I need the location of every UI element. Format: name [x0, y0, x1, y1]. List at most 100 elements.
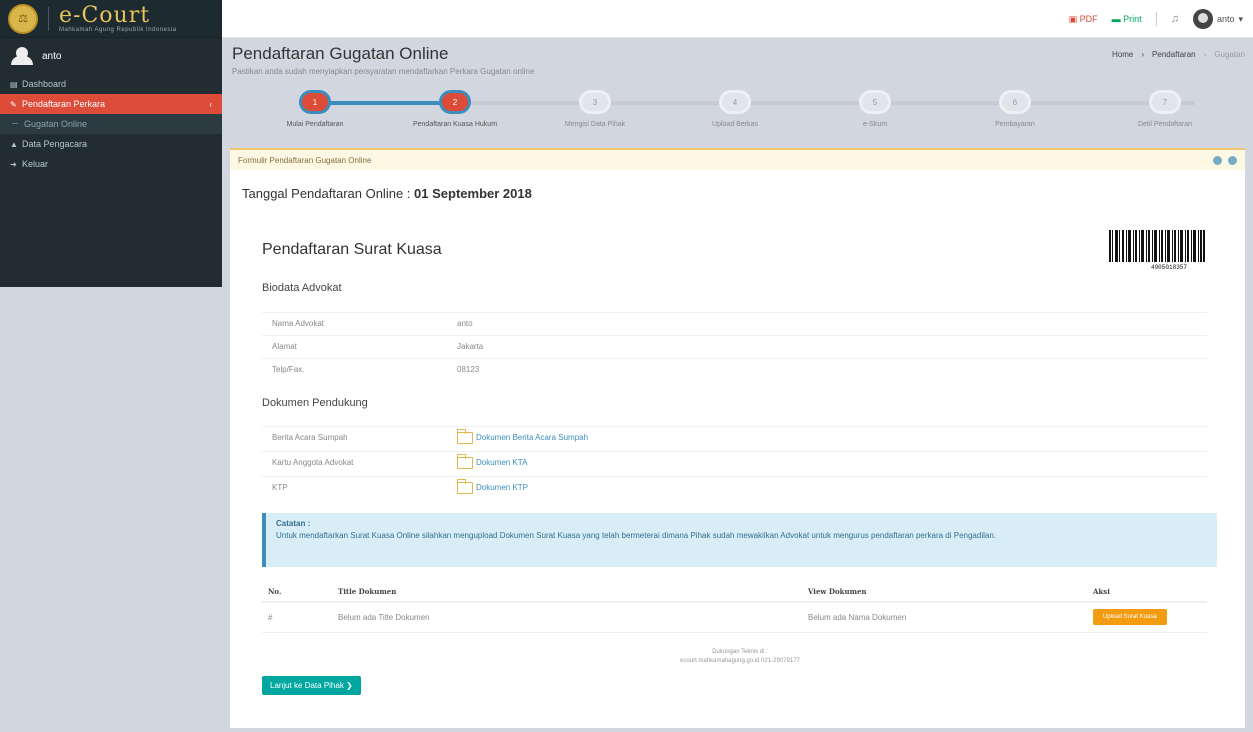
dokumen-key: KTP — [272, 483, 288, 492]
barcode-image: 4905018357 — [1109, 230, 1205, 270]
tanggal-pendaftaran: Tanggal Pendaftaran Online : 01 Septembe… — [242, 186, 532, 201]
user-menu[interactable]: anto ▾ — [1192, 9, 1243, 29]
step-6: 6 Pembayaran — [955, 90, 1075, 129]
content-header: Pendaftaran Gugatan Online Pastikan anda… — [230, 40, 1245, 148]
step-number: 7 — [1149, 90, 1181, 114]
dokumen-link-label: Dokumen KTP — [476, 483, 529, 492]
dokumen-row: Berita Acara Sumpah Dokumen Berita Acara… — [262, 426, 1207, 448]
sidebar-item-label: Pendaftaran Perkara — [22, 99, 106, 109]
step-label: Mulai Pendaftaran — [286, 121, 344, 128]
divider — [1155, 12, 1157, 26]
logo-title: e-Court — [59, 2, 151, 28]
breadcrumb-current: Gugatan — [1214, 50, 1245, 59]
biodata-key: Nama Advokat — [272, 319, 325, 328]
sidebar-item-label: Dashboard — [22, 79, 67, 89]
table-header-row: No. Title Dokumen View Dokumen Aksi — [262, 582, 1207, 603]
sidebar-item-label: Gugatan Online — [24, 119, 88, 129]
sidebar-item-label: Keluar — [22, 159, 49, 169]
dokumen-link-label: Dokumen KTA — [476, 458, 528, 467]
logo[interactable]: ⚖ e-Court Mahkamah Agung Republik Indone… — [0, 0, 222, 38]
folder-icon — [457, 453, 473, 469]
tanggal-value: 01 September 2018 — [414, 186, 532, 201]
step-2: 2 Pendaftaran Kuasa Hukum — [395, 90, 515, 129]
collapse-icon[interactable] — [1213, 155, 1222, 165]
folder-icon — [457, 428, 473, 444]
logout-icon: ➜ — [10, 159, 17, 169]
dokumen-row: KTP Dokumen KTP — [262, 476, 1207, 498]
step-4: 4 Upload Berkas — [675, 90, 795, 129]
table-row: # Belum ada Title Dokumen Belum ada Nama… — [262, 602, 1207, 633]
barcode-number: 4905018357 — [1151, 264, 1187, 270]
step-label: Mengisi Data Pihak — [564, 121, 626, 128]
column-header: View Dokumen — [802, 582, 1087, 603]
dokumen-title: Dokumen Pendukung — [262, 397, 368, 409]
step-5: 5 e-Skum — [815, 90, 935, 129]
sidebar-item-data-pengacara[interactable]: ▲ Data Pengacara — [0, 134, 222, 154]
upload-surat-kuasa-button[interactable]: Upload Surat Kuasa — [1093, 609, 1167, 626]
sidebar-item-dashboard[interactable]: ▤ Dashboard — [0, 74, 222, 94]
pdf-button[interactable]: ▣ PDF — [1069, 14, 1098, 25]
user-avatar — [1192, 9, 1213, 29]
dokumen-key: Berita Acara Sumpah — [272, 433, 348, 442]
logo-subtitle: Mahkamah Agung Republik Indonesia — [59, 26, 177, 33]
biodata-value: Jakarta — [457, 342, 484, 351]
step-number: 1 — [299, 90, 331, 114]
remove-icon[interactable] — [1228, 155, 1237, 165]
dokumen-link-label: Dokumen Berita Acara Sumpah — [476, 433, 589, 442]
step-label: Pendaftaran Kuasa Hukum — [412, 121, 498, 128]
page-title: Pendaftaran Gugatan Online — [232, 44, 449, 63]
progress-stepper: 1 Mulai Pendaftaran 2 Pendaftaran Kuasa … — [230, 90, 1245, 150]
biodata-key: Telp/Fax. — [272, 365, 305, 374]
dokumen-link[interactable]: Dokumen KTP — [457, 478, 529, 494]
breadcrumb-home[interactable]: Home — [1112, 50, 1133, 59]
support-note: Dukungan Teknis di : ecourt.mahkamahagun… — [610, 648, 870, 666]
sidebar-item-keluar[interactable]: ➜ Keluar — [0, 154, 222, 174]
step-label: Upload Berkas — [712, 121, 758, 128]
sidebar-item-gugatan-online[interactable]: — Gugatan Online — [0, 114, 222, 134]
step-label: e-Skum — [862, 121, 888, 128]
cell-aksi: Upload Surat Kuasa — [1087, 602, 1207, 633]
sidebar: ⚖ e-Court Mahkamah Agung Republik Indone… — [0, 0, 222, 287]
step-number: 2 — [439, 90, 471, 114]
breadcrumb-sep: › — [1141, 50, 1145, 59]
print-label: Print — [1123, 14, 1142, 24]
page-subtitle: Pastikan anda sudah menyiapkan persyarat… — [232, 67, 535, 76]
user-panel: anto — [0, 38, 222, 74]
box-header: Formulir Pendaftaran Gugatan Online — [230, 148, 1245, 170]
step-number: 3 — [579, 90, 611, 114]
cell-view: Belum ada Nama Dokumen — [802, 602, 1087, 633]
logo-text: e-Court Mahkamah Agung Republik Indonesi… — [59, 2, 177, 33]
caret-down-icon: ▾ — [1238, 13, 1243, 24]
bell-icon[interactable]: ♫ — [1171, 13, 1179, 25]
dokumen-link[interactable]: Dokumen KTA — [457, 453, 528, 469]
step-label: Detil Pendaftaran — [1137, 121, 1193, 128]
pdf-label: PDF — [1079, 13, 1098, 24]
folder-icon — [457, 478, 473, 494]
logo-divider — [48, 6, 49, 31]
cell-title: Belum ada Title Dokumen — [332, 602, 802, 633]
emblem-icon: ⚖ — [8, 3, 38, 34]
step-7: 7 Detil Pendaftaran — [1105, 90, 1225, 129]
sidebar-item-label: Data Pengacara — [22, 139, 88, 149]
avatar — [10, 47, 36, 65]
sidebar-item-pendaftaran-perkara[interactable]: ✎ Pendaftaran Perkara ‹ — [0, 94, 222, 114]
lanjut-data-pihak-button[interactable]: Lanjut ke Data Pihak ❯ — [262, 676, 361, 695]
catatan-title: Catatan : — [276, 519, 311, 528]
biodata-key: Alamat — [272, 342, 297, 351]
biodata-value: 08123 — [457, 365, 480, 374]
support-title: Dukungan Teknis di : — [712, 649, 768, 655]
step-3: 3 Mengisi Data Pihak — [535, 90, 655, 129]
user-menu-label: anto — [1216, 14, 1235, 24]
biodata-row: Alamat Jakarta — [262, 335, 1207, 357]
cell-no: # — [262, 602, 332, 633]
dokumen-link[interactable]: Dokumen Berita Acara Sumpah — [457, 428, 589, 444]
print-button[interactable]: ▬ Print — [1112, 14, 1142, 24]
breadcrumb-pendaftaran[interactable]: Pendaftaran — [1152, 50, 1196, 59]
column-header: Title Dokumen — [332, 582, 802, 603]
step-number: 6 — [999, 90, 1031, 114]
catatan-body: Untuk mendaftarkan Surat Kuasa Online si… — [276, 531, 996, 540]
biodata-value: anto — [457, 319, 473, 328]
catatan-callout: Catatan : Untuk mendaftarkan Surat Kuasa… — [262, 513, 1217, 567]
column-header: Aksi — [1087, 582, 1207, 603]
step-number: 5 — [859, 90, 891, 114]
